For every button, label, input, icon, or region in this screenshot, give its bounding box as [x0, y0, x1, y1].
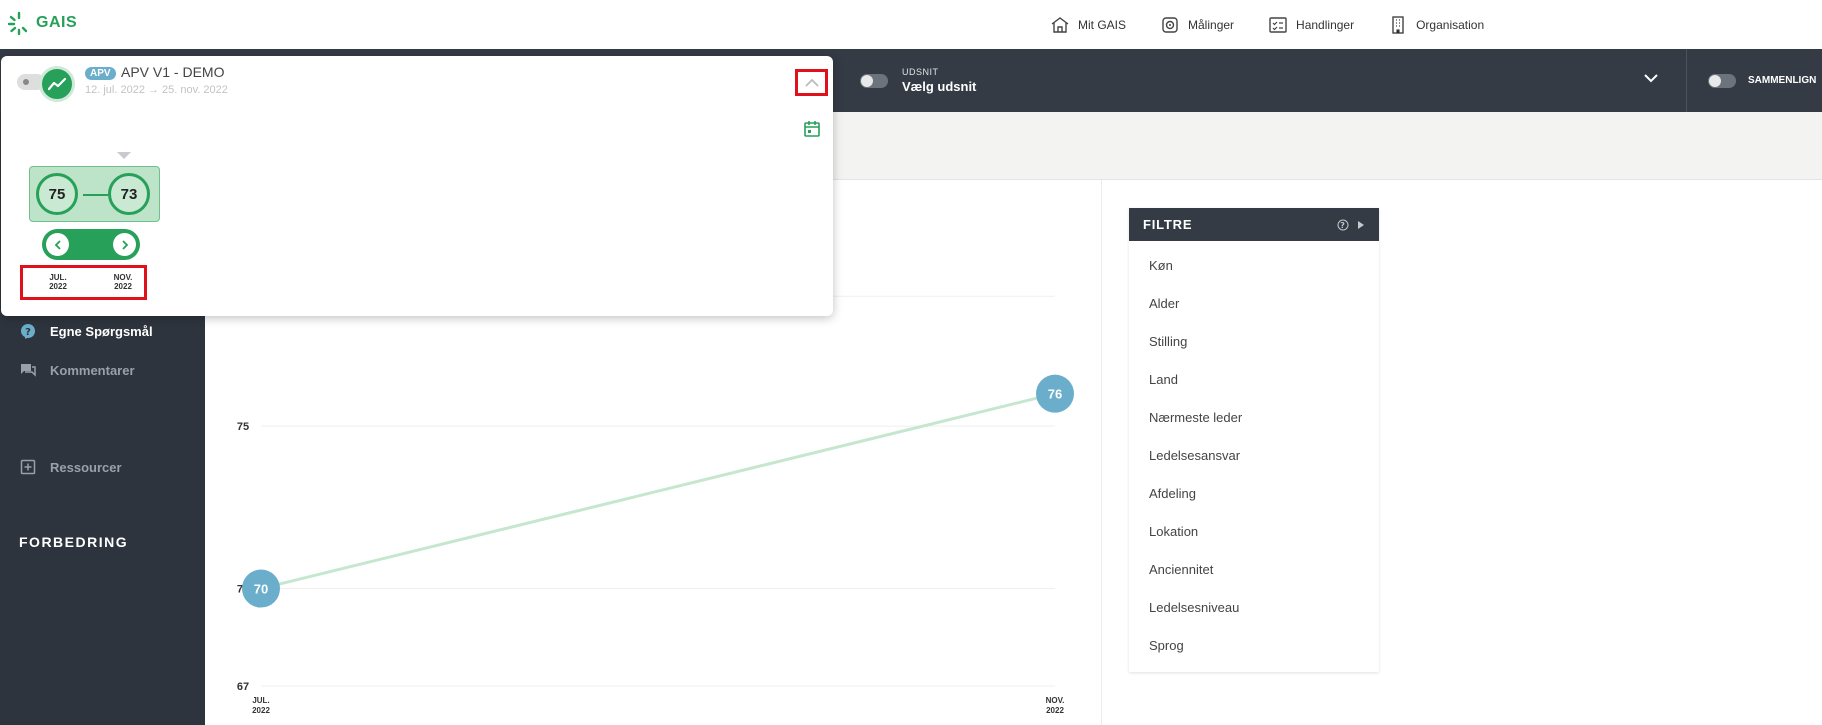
sunburst-icon: [7, 11, 28, 36]
nav-label: Organisation: [1416, 17, 1485, 32]
filter-item[interactable]: Lokation: [1129, 513, 1379, 551]
survey-type-badge: APV: [85, 67, 116, 80]
main-nav: Mit GAIS Målinger Handlinger Organisatio…: [1050, 0, 1484, 49]
filter-item[interactable]: Afdeling: [1129, 475, 1379, 513]
sidebar-item-label: Kommentarer: [50, 362, 135, 378]
filter-list: Køn Alder Stilling Land Nærmeste leder Ledels…: [1129, 241, 1379, 665]
end-date-label: NOV. 2022: [113, 273, 133, 291]
udsnit-value: Vælg udsnit: [902, 79, 977, 94]
filter-item[interactable]: Stilling: [1129, 323, 1379, 361]
series-line: [260, 392, 1056, 591]
start-date-label: JUL. 2022: [49, 273, 67, 291]
udsnit-caption: UDSNIT: [902, 67, 939, 77]
question-circle-icon: ?: [21, 324, 35, 339]
filters-header[interactable]: FILTRE ?: [1129, 208, 1379, 241]
sidebar-item-label: Ressourcer: [50, 459, 122, 475]
nav-malinger[interactable]: Målinger: [1160, 15, 1234, 35]
filter-item[interactable]: Nærmeste leder: [1129, 399, 1379, 437]
sidebar-item-label: Egne Spørgsmål: [50, 323, 153, 339]
home-icon: [1051, 16, 1069, 33]
data-label: 70: [254, 582, 268, 597]
filter-item[interactable]: Alder: [1129, 285, 1379, 323]
next-button[interactable]: [113, 233, 136, 256]
period-navigator: [42, 229, 140, 260]
x-tick-label: JUL.: [252, 696, 269, 705]
svg-text:?: ?: [25, 327, 31, 338]
chevron-down-icon[interactable]: [1642, 69, 1660, 87]
chevron-right-icon: [121, 239, 128, 250]
previous-button[interactable]: [46, 233, 69, 256]
building-icon: [1392, 15, 1404, 34]
sammenlign-toggle[interactable]: [1708, 73, 1736, 88]
filter-item[interactable]: Land: [1129, 361, 1379, 399]
nav-mit-gais[interactable]: Mit GAIS: [1050, 15, 1126, 35]
x-tick-label: 2022: [252, 706, 270, 715]
nav-label: Målinger: [1188, 17, 1235, 32]
filter-item[interactable]: Ledelsesansvar: [1129, 437, 1379, 475]
sidebar-item-egne-sporgsmal[interactable]: ? Egne Spørgsmål: [20, 323, 153, 339]
survey-date-range: 12. jul. 2022 → 25. nov. 2022: [85, 84, 228, 96]
udsnit-toggle[interactable]: [860, 73, 888, 88]
score-start: 75: [36, 173, 78, 215]
trend-up-icon: [48, 77, 66, 91]
survey-popover: APV APV V1 - DEMO 12. jul. 2022 → 25. no…: [1, 56, 833, 316]
data-label: 76: [1048, 387, 1062, 402]
filter-item[interactable]: Sprog: [1129, 627, 1379, 665]
filter-item[interactable]: Køn: [1129, 247, 1379, 285]
plus-box-icon: [20, 459, 36, 475]
x-tick-label: 2022: [1046, 706, 1064, 715]
collapse-button[interactable]: [795, 69, 828, 96]
chevron-left-icon: [54, 239, 61, 250]
timeline-caret: [117, 152, 131, 159]
caret-right-icon[interactable]: [1357, 220, 1365, 230]
svg-text:?: ?: [1340, 221, 1345, 230]
y-tick-label: 75: [237, 421, 249, 433]
udsnit-selector[interactable]: UDSNIT Vælg udsnit: [860, 49, 976, 112]
sidebar-item-ressourcer[interactable]: Ressourcer: [20, 459, 122, 475]
survey-title: APV V1 - DEMO: [121, 64, 225, 80]
nav-organisation[interactable]: Organisation: [1388, 15, 1484, 35]
help-icon[interactable]: ?: [1337, 219, 1349, 231]
checklist-icon: [1269, 16, 1287, 33]
sammenlign-toggle-group[interactable]: SAMMENLIGN: [1708, 49, 1816, 112]
score-connector: [83, 194, 108, 196]
gais-logo[interactable]: GAIS: [6, 10, 77, 36]
filters-title: FILTRE: [1143, 217, 1193, 232]
nav-handlinger[interactable]: Handlinger: [1268, 15, 1354, 35]
y-tick-label: 67: [237, 681, 249, 693]
chevron-up-icon: [804, 78, 819, 87]
comments-icon: [21, 364, 36, 377]
sidebar-item-kommentarer[interactable]: Kommentarer: [20, 362, 135, 378]
nav-label: Mit GAIS: [1078, 17, 1127, 32]
period-date-labels: JUL. 2022 NOV. 2022: [20, 265, 147, 300]
filter-item[interactable]: Anciennitet: [1129, 551, 1379, 589]
top-navigation: GAIS Mit GAIS Målinger Handlinger Organi…: [0, 0, 1822, 49]
target-icon: [1162, 16, 1178, 33]
nav-label: Handlinger: [1296, 17, 1355, 32]
x-tick-label: NOV.: [1046, 696, 1065, 705]
filter-item[interactable]: Ledelsesniveau: [1129, 589, 1379, 627]
section-heading-forbedring: FORBEDRING: [19, 534, 129, 550]
score-end: 73: [108, 173, 150, 215]
score-comparison[interactable]: 75 73: [29, 166, 160, 222]
filters-panel: FILTRE ? Køn Alder Stilling Land Nærmeste le…: [1129, 208, 1379, 672]
divider: [1686, 49, 1687, 112]
survey-avatar: [39, 66, 75, 102]
sammenlign-label: SAMMENLIGN: [1748, 75, 1817, 86]
calendar-icon[interactable]: [803, 120, 821, 138]
app-name: GAIS: [36, 14, 78, 31]
